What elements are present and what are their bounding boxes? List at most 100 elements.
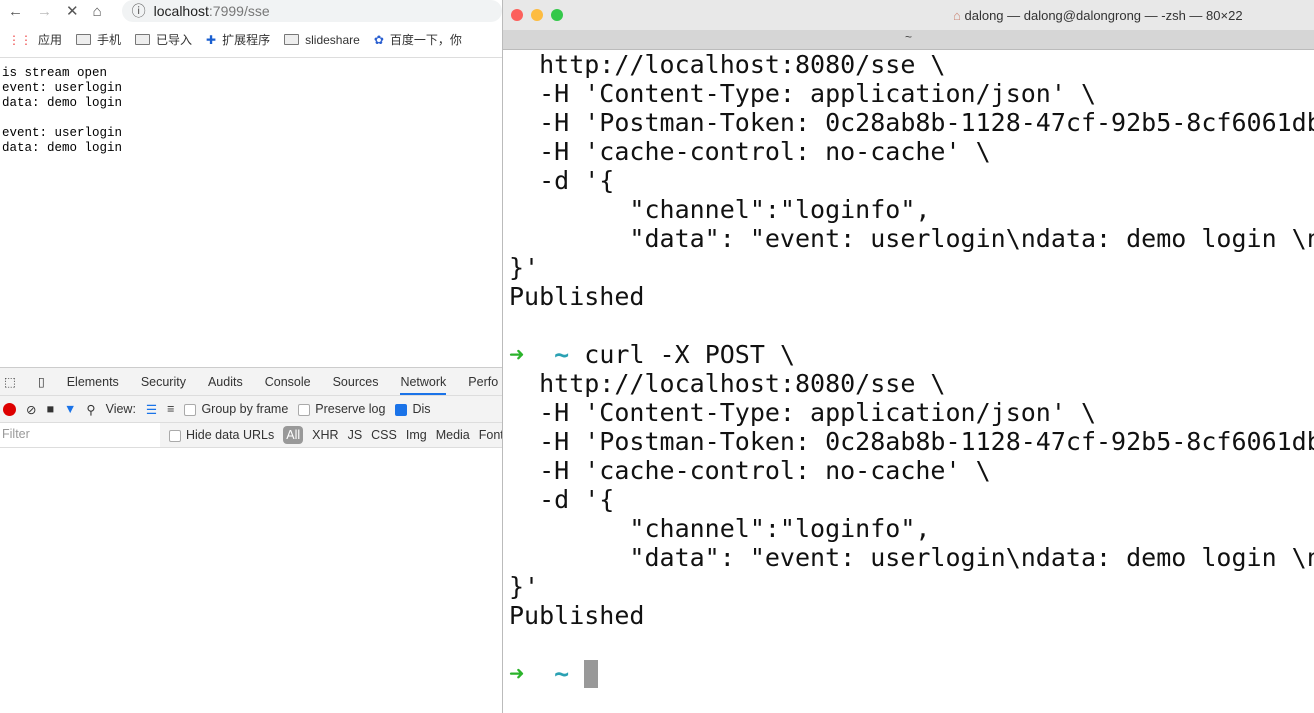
zoom-button[interactable] — [551, 9, 563, 21]
terminal-line: }' — [509, 572, 540, 601]
filter-input[interactable]: Filter — [0, 423, 160, 447]
filter-img[interactable]: Img — [406, 428, 427, 442]
terminal-line: }' — [509, 253, 540, 282]
filter-xhr[interactable]: XHR — [312, 428, 338, 442]
terminal-title: dalong — dalong@dalongrong — -zsh — 80×2… — [964, 8, 1243, 23]
checkbox-label: Dis — [412, 402, 431, 416]
checkbox-label: Group by frame — [201, 402, 289, 416]
home-icon: ⌂ — [953, 8, 961, 23]
baidu-paw-icon: ✿ — [373, 32, 384, 47]
bookmark-label: slideshare — [305, 32, 360, 47]
filter-bar: Filter Hide data URLs All XHR JS CSS Img… — [0, 423, 505, 448]
stop-icon[interactable]: ✕ — [66, 2, 79, 20]
list-view-icon[interactable]: ☰ — [146, 402, 157, 417]
disable-cache-checkbox[interactable]: Dis — [395, 402, 431, 416]
view-label: View: — [105, 402, 136, 416]
search-icon[interactable]: ⚲ — [86, 402, 95, 417]
bookmark-apps[interactable]: ⋮⋮ 应用 — [8, 31, 62, 48]
terminal-titlebar: ⌂ dalong — dalong@dalongrong — -zsh — 80… — [503, 0, 1314, 30]
waterfall-view-icon[interactable]: ≡ — [167, 402, 174, 416]
devtools-panel: ⬚ ▯ Elements Security Audits Console Sou… — [0, 367, 505, 713]
filter-icon[interactable]: ▼ — [64, 402, 76, 416]
tab-network[interactable]: Network — [400, 375, 447, 395]
bookmark-label: 手机 — [97, 33, 122, 47]
folder-icon — [135, 34, 151, 45]
terminal-line: -H 'Postman-Token: 0c28ab8b-1128-47cf-92… — [509, 108, 1314, 137]
prompt-dir: ~ — [554, 659, 570, 688]
filter-font[interactable]: Font — [479, 428, 504, 442]
nav-bar: ← → ✕ ⌂ ⓘ localhost:7999/sse — [0, 0, 505, 22]
record-icon[interactable] — [3, 402, 16, 416]
terminal-output[interactable]: http://localhost:8080/sse \ -H 'Content-… — [503, 50, 1314, 688]
tab-security[interactable]: Security — [141, 375, 186, 389]
command: curl -X POST \ — [584, 340, 796, 369]
bookmark-imported[interactable]: 已导入 — [135, 31, 192, 48]
tab-console[interactable]: Console — [265, 375, 311, 389]
camera-icon[interactable]: ■ — [46, 402, 54, 416]
network-toolbar: ⊘ ■ ▼ ⚲ View: ☰ ≡ Group by frame Preserv… — [0, 396, 505, 423]
puzzle-icon: ✚ — [206, 32, 217, 47]
prompt-arrow-icon: ➜ — [509, 340, 525, 369]
terminal-line: http://localhost:8080/sse \ — [509, 50, 946, 79]
terminal-line: "data": "event: userlogin\ndata: demo lo… — [509, 224, 1314, 253]
prompt-dir: ~ — [554, 340, 570, 369]
preserve-log-checkbox[interactable]: Preserve log — [298, 402, 385, 416]
terminal-line: -H 'cache-control: no-cache' \ — [509, 456, 991, 485]
terminal-line: Published — [509, 601, 645, 630]
terminal-line: -H 'Content-Type: application/json' \ — [509, 398, 1096, 427]
terminal-line: http://localhost:8080/sse \ — [509, 369, 946, 398]
cursor — [584, 660, 599, 688]
prompt-line: ➜ ~ curl -X POST \ — [509, 340, 1314, 369]
terminal-line: -d '{ — [509, 166, 615, 195]
tab-elements[interactable]: Elements — [67, 375, 119, 389]
browser-window: ← → ✕ ⌂ ⓘ localhost:7999/sse ⋮⋮ 应用 手机 已导入… — [0, 0, 505, 713]
device-toggle-icon[interactable]: ▯ — [38, 374, 45, 389]
inspect-icon[interactable]: ⬚ — [4, 374, 16, 389]
folder-icon — [76, 34, 92, 45]
terminal-window: ⌂ dalong — dalong@dalongrong — -zsh — 80… — [502, 0, 1314, 713]
group-by-frame-checkbox[interactable]: Group by frame — [184, 402, 288, 416]
url-host: localhost — [153, 3, 209, 19]
bookmark-label: 百度一下，你 — [389, 33, 462, 47]
tab-sources[interactable]: Sources — [333, 375, 379, 389]
terminal-line: "channel":"loginfo", — [509, 514, 931, 543]
hide-data-urls-checkbox[interactable]: Hide data URLs — [169, 428, 274, 442]
prompt-line: ➜ ~ — [509, 659, 1314, 688]
tab-performance[interactable]: Perfo — [468, 375, 498, 389]
folder-icon — [284, 34, 300, 45]
terminal-line: "data": "event: userlogin\ndata: demo lo… — [509, 543, 1314, 572]
page-content: is stream open event: userlogin data: de… — [2, 66, 123, 155]
url-path: :7999/sse — [208, 3, 270, 19]
terminal-line: -H 'Content-Type: application/json' \ — [509, 79, 1096, 108]
close-button[interactable] — [511, 9, 523, 21]
bookmark-slideshare[interactable]: slideshare — [284, 33, 360, 47]
clear-icon[interactable]: ⊘ — [26, 402, 36, 417]
terminal-line: -d '{ — [509, 485, 615, 514]
terminal-line: "channel":"loginfo", — [509, 195, 931, 224]
terminal-line: -H 'Postman-Token: 0c28ab8b-1128-47cf-92… — [509, 427, 1314, 456]
back-icon[interactable]: ← — [8, 3, 23, 20]
filter-js[interactable]: JS — [348, 428, 363, 442]
bookmark-extensions[interactable]: ✚ 扩展程序 — [206, 31, 270, 48]
bookmark-phone[interactable]: 手机 — [76, 31, 121, 48]
forward-icon[interactable]: → — [37, 3, 52, 20]
filter-css[interactable]: CSS — [371, 428, 397, 442]
bookmarks-bar: ⋮⋮ 应用 手机 已导入 ✚ 扩展程序 slideshare ✿ 百度一下，你 — [0, 22, 505, 58]
tab-audits[interactable]: Audits — [208, 375, 243, 389]
filter-media[interactable]: Media — [436, 428, 470, 442]
address-bar[interactable]: ⓘ localhost:7999/sse — [121, 0, 502, 22]
bookmark-label: 扩展程序 — [222, 33, 271, 47]
bookmark-label: 已导入 — [156, 33, 193, 47]
bookmark-baidu[interactable]: ✿ 百度一下，你 — [374, 31, 462, 48]
checkbox-label: Preserve log — [315, 402, 386, 416]
devtools-tabs: ⬚ ▯ Elements Security Audits Console Sou… — [0, 368, 505, 396]
filter-all[interactable]: All — [283, 426, 304, 444]
bookmark-label: 应用 — [38, 33, 63, 47]
terminal-line: -H 'cache-control: no-cache' \ — [509, 137, 991, 166]
minimize-button[interactable] — [531, 9, 543, 21]
info-icon[interactable]: ⓘ — [132, 1, 146, 21]
home-icon[interactable]: ⌂ — [93, 3, 102, 20]
apps-grid-icon: ⋮⋮ — [8, 32, 32, 47]
